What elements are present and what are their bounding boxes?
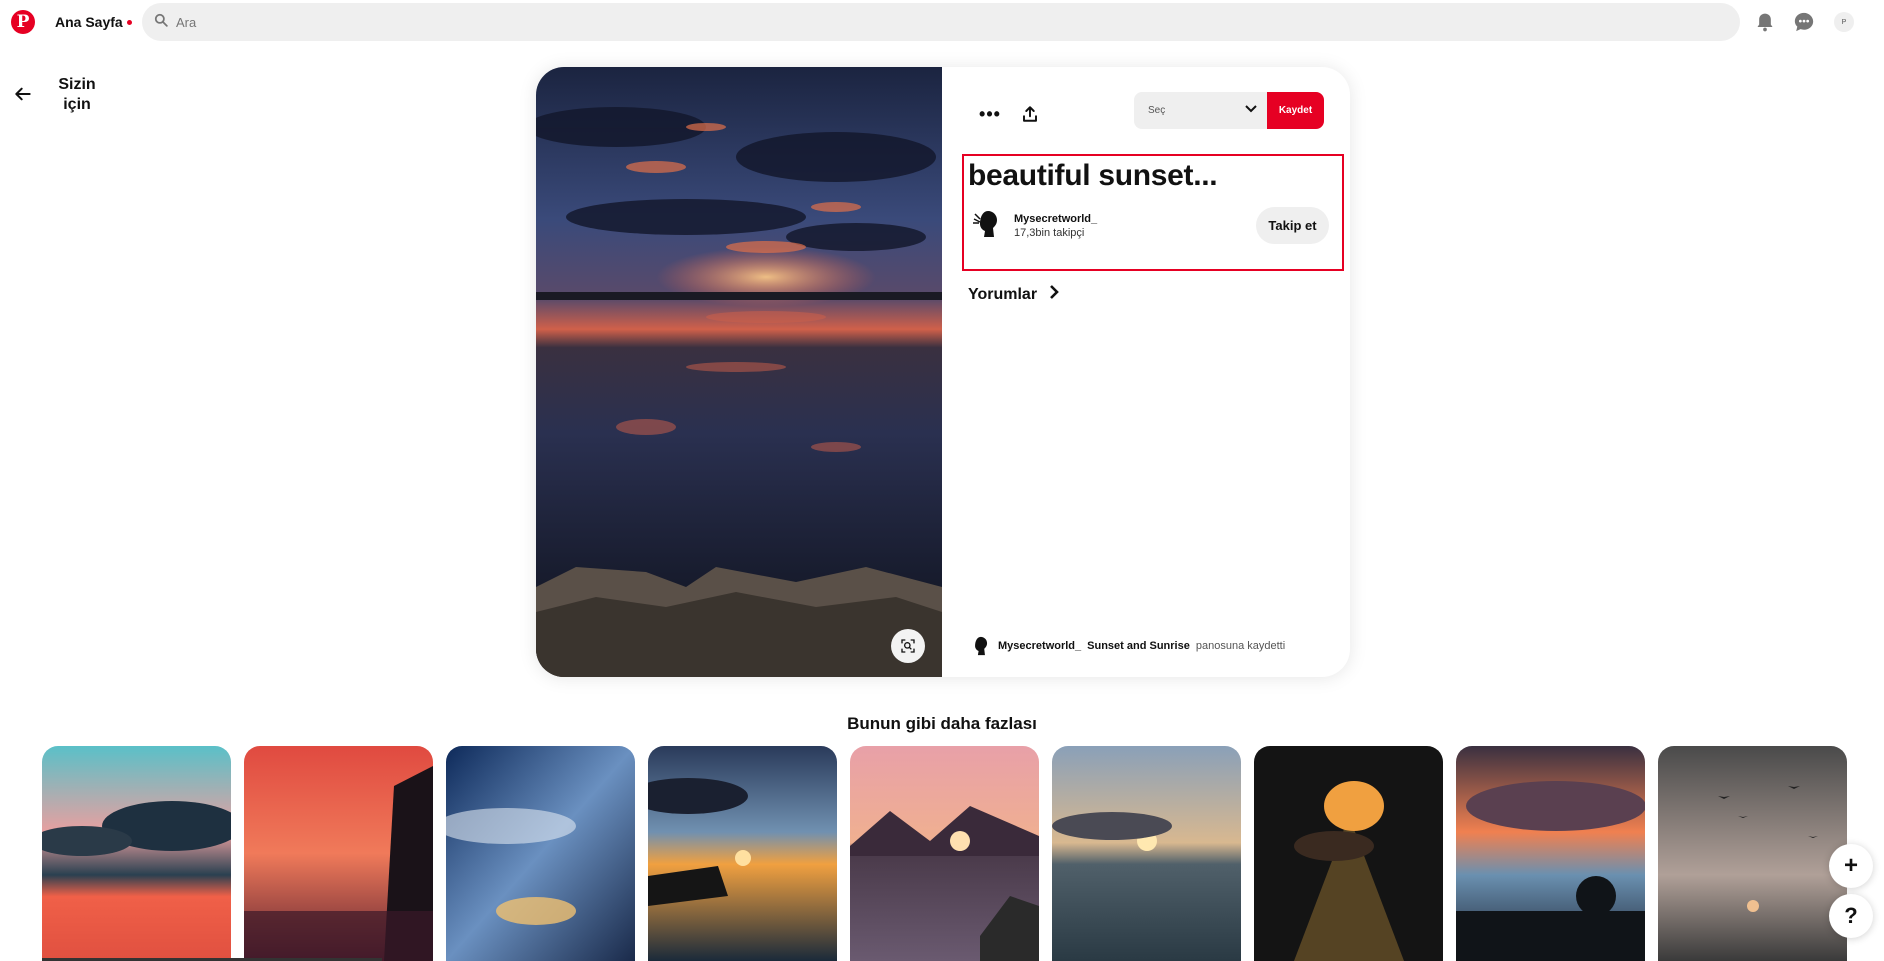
home-label: Ana Sayfa xyxy=(55,14,123,30)
notification-dot xyxy=(126,19,132,25)
search-bar[interactable] xyxy=(142,3,1740,41)
related-pin[interactable] xyxy=(446,746,635,961)
top-bar: P Ana Sayfa P xyxy=(0,0,1884,44)
search-input[interactable] xyxy=(176,14,776,30)
author-name[interactable]: Mysecretworld_ xyxy=(1014,213,1097,225)
board-name[interactable]: Sunset and Sunrise xyxy=(1087,640,1190,652)
related-pin[interactable] xyxy=(648,746,837,961)
visual-search-icon[interactable] xyxy=(891,629,925,663)
saver-avatar[interactable] xyxy=(968,634,992,658)
pin-title: beautiful sunset... xyxy=(968,159,1218,192)
board-select[interactable]: Seç xyxy=(1134,92,1267,129)
save-button[interactable]: Kaydet xyxy=(1267,92,1324,129)
comments-label: Yorumlar xyxy=(968,285,1038,303)
chevron-right-icon xyxy=(1049,285,1059,304)
related-pin[interactable] xyxy=(850,746,1039,961)
chevron-down-icon xyxy=(1245,105,1257,116)
help-icon[interactable]: ? xyxy=(1829,894,1873,938)
more-like-this-title: Bunun gibi daha fazlası xyxy=(847,714,1037,733)
avatar-initial: P xyxy=(1841,18,1847,26)
related-pin[interactable] xyxy=(42,746,231,961)
saver-name[interactable]: Mysecretworld_ xyxy=(998,640,1081,652)
for-you-label[interactable]: Sizin için xyxy=(52,75,102,115)
share-icon[interactable] xyxy=(1018,102,1042,126)
comments-toggle[interactable]: Yorumlar xyxy=(968,285,1059,304)
home-link[interactable]: Ana Sayfa xyxy=(55,14,132,30)
pin-image[interactable] xyxy=(536,67,942,677)
related-pin[interactable] xyxy=(1254,746,1443,961)
add-icon[interactable]: + xyxy=(1829,844,1873,888)
related-pin[interactable] xyxy=(1052,746,1241,961)
search-icon xyxy=(154,13,168,32)
pinterest-logo-icon[interactable]: P xyxy=(11,10,35,34)
back-arrow-icon[interactable] xyxy=(12,84,34,104)
related-pins-grid xyxy=(42,746,1847,961)
avatar[interactable]: P xyxy=(1834,12,1854,32)
related-pin[interactable] xyxy=(244,746,433,961)
related-pin[interactable] xyxy=(1658,746,1847,961)
author-followers: 17,3bin takipçi xyxy=(1014,227,1085,239)
chat-icon[interactable] xyxy=(1792,10,1816,34)
saved-by-suffix: panosuna kaydetti xyxy=(1195,640,1286,652)
more-options-icon[interactable]: ••• xyxy=(978,102,1002,126)
related-pin[interactable] xyxy=(1456,746,1645,961)
saved-by-line: Mysecretworld_ Sunset and Sunrise panosu… xyxy=(968,634,1285,658)
bell-icon[interactable] xyxy=(1753,10,1777,34)
pin-closeup-card: ••• Seç Kaydet beautiful sunset... Mysec… xyxy=(536,67,1350,677)
follow-button[interactable]: Takip et xyxy=(1256,207,1329,244)
author-avatar[interactable] xyxy=(970,207,1004,241)
pin-details: ••• Seç Kaydet beautiful sunset... Mysec… xyxy=(942,67,1350,677)
board-select-value: Seç xyxy=(1148,105,1166,116)
